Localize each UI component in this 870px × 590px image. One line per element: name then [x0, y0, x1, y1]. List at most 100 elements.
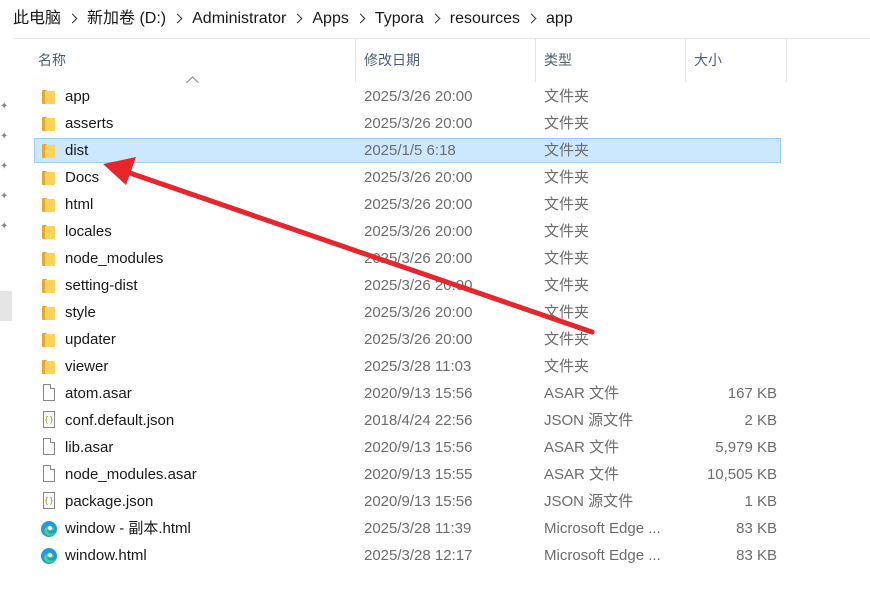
- column-type[interactable]: 类型: [536, 38, 686, 82]
- file-type: 文件夹: [544, 331, 590, 348]
- file-row[interactable]: viewer 2025/3/28 11:03 文件夹: [0, 353, 870, 380]
- file-date: 2020/9/13 15:56: [364, 493, 473, 510]
- edge-icon: [41, 548, 57, 564]
- file-row[interactable]: {} package.json 2020/9/13 15:56 JSON 源文件 1 K…: [0, 488, 870, 515]
- file-name[interactable]: dist: [65, 137, 88, 164]
- file-name[interactable]: node_modules: [65, 245, 163, 272]
- breadcrumb-item[interactable]: Administrator: [186, 0, 292, 38]
- file-row[interactable]: asserts 2025/3/26 20:00 文件夹: [0, 110, 870, 137]
- file-name[interactable]: Docs: [65, 164, 99, 191]
- file-icon-cell: [40, 272, 58, 299]
- breadcrumb-item[interactable]: 新加卷 (D:): [81, 0, 172, 38]
- file-row[interactable]: Docs 2025/3/26 20:00 文件夹: [0, 164, 870, 191]
- file-icon-cell: [40, 515, 58, 542]
- file-size: 83 KB: [736, 520, 777, 537]
- file-row[interactable]: app 2025/3/26 20:00 文件夹: [0, 83, 870, 110]
- file-row[interactable]: atom.asar 2020/9/13 15:56 ASAR 文件 167 KB: [0, 380, 870, 407]
- breadcrumb-item[interactable]: Typora: [369, 0, 430, 38]
- file-row[interactable]: setting-dist 2025/3/26 20:00 文件夹: [0, 272, 870, 299]
- file-icon-cell: {}: [40, 407, 58, 434]
- file-row[interactable]: updater 2025/3/26 20:00 文件夹: [0, 326, 870, 353]
- file-row[interactable]: lib.asar 2020/9/13 15:56 ASAR 文件 5,979 KB: [0, 434, 870, 461]
- file-type: Microsoft Edge ...: [544, 520, 661, 537]
- file-size: 5,979 KB: [715, 439, 777, 456]
- file-row[interactable]: dist 2025/1/5 6:18 文件夹: [0, 137, 870, 164]
- chevron-right-icon[interactable]: [355, 0, 369, 38]
- file-date: 2020/9/13 15:56: [364, 385, 473, 402]
- folder-icon: [42, 90, 55, 104]
- file-date: 2020/9/13 15:55: [364, 466, 473, 483]
- breadcrumb-item[interactable]: resources: [444, 0, 526, 38]
- file-name[interactable]: locales: [65, 218, 112, 245]
- file-date: 2020/9/13 15:56: [364, 439, 473, 456]
- file-name[interactable]: updater: [65, 326, 116, 353]
- file-name[interactable]: viewer: [65, 353, 108, 380]
- file-icon-cell: [40, 326, 58, 353]
- file-name[interactable]: node_modules.asar: [65, 461, 197, 488]
- file-row[interactable]: html 2025/3/26 20:00 文件夹: [0, 191, 870, 218]
- breadcrumb: 此电脑 新加卷 (D:) Administrator Apps Typora resour…: [0, 0, 579, 38]
- file-row[interactable]: locales 2025/3/26 20:00 文件夹: [0, 218, 870, 245]
- file-icon: [43, 465, 55, 482]
- column-name[interactable]: 名称: [30, 38, 356, 82]
- file-icon-cell: {}: [40, 488, 58, 515]
- json-file-icon: {}: [43, 411, 55, 428]
- folder-icon: [42, 252, 55, 266]
- chevron-right-icon[interactable]: [430, 0, 444, 38]
- file-name[interactable]: asserts: [65, 110, 113, 137]
- file-row[interactable]: window - 副本.html 2025/3/28 11:39 Microsoft…: [0, 515, 870, 542]
- file-row[interactable]: node_modules 2025/3/26 20:00 文件夹: [0, 245, 870, 272]
- file-name[interactable]: setting-dist: [65, 272, 138, 299]
- file-icon-cell: [40, 542, 58, 569]
- file-name[interactable]: window - 副本.html: [65, 515, 191, 542]
- json-file-icon: {}: [43, 492, 55, 509]
- file-name[interactable]: conf.default.json: [65, 407, 174, 434]
- file-name[interactable]: package.json: [65, 488, 153, 515]
- column-date[interactable]: 修改日期: [356, 38, 536, 82]
- chevron-right-icon[interactable]: [292, 0, 306, 38]
- file-icon-cell: [40, 110, 58, 137]
- file-type: 文件夹: [544, 358, 590, 375]
- file-size: 83 KB: [736, 547, 777, 564]
- file-row[interactable]: window.html 2025/3/28 12:17 Microsoft Edge…: [0, 542, 870, 569]
- folder-icon: [42, 360, 55, 374]
- file-icon-cell: [40, 380, 58, 407]
- file-icon-cell: [40, 164, 58, 191]
- column-size[interactable]: 大小: [686, 38, 787, 82]
- breadcrumb-item[interactable]: Apps: [306, 0, 354, 38]
- breadcrumb-item[interactable]: app: [540, 0, 579, 38]
- folder-icon: [42, 171, 55, 185]
- file-date: 2025/3/26 20:00: [364, 277, 473, 294]
- chevron-right-icon[interactable]: [526, 0, 540, 38]
- file-name[interactable]: html: [65, 191, 93, 218]
- address-bar[interactable]: 此电脑 新加卷 (D:) Administrator Apps Typora resour…: [0, 0, 870, 39]
- folder-icon: [42, 279, 55, 293]
- chevron-right-icon[interactable]: [67, 0, 81, 38]
- folder-icon: [42, 198, 55, 212]
- file-type: 文件夹: [544, 196, 590, 213]
- file-row[interactable]: {} conf.default.json 2018/4/24 22:56 JSON 源…: [0, 407, 870, 434]
- file-icon-cell: [40, 137, 58, 164]
- folder-icon: [42, 117, 55, 131]
- file-size: 10,505 KB: [706, 466, 777, 483]
- file-date: 2025/3/28 12:17: [364, 547, 473, 564]
- breadcrumb-item[interactable]: 此电脑: [0, 0, 67, 38]
- chevron-right-icon[interactable]: [172, 0, 186, 38]
- file-size: 1 KB: [744, 493, 777, 510]
- file-name[interactable]: lib.asar: [65, 434, 113, 461]
- file-name[interactable]: atom.asar: [65, 380, 132, 407]
- file-type: 文件夹: [544, 304, 590, 321]
- file-icon-cell: [40, 191, 58, 218]
- folder-icon: [42, 225, 55, 239]
- file-type: 文件夹: [544, 223, 590, 240]
- file-row[interactable]: style 2025/3/26 20:00 文件夹: [0, 299, 870, 326]
- file-icon: [43, 384, 55, 401]
- file-size: 2 KB: [744, 412, 777, 429]
- file-icon-cell: [40, 83, 58, 110]
- file-icon-cell: [40, 299, 58, 326]
- file-name[interactable]: style: [65, 299, 96, 326]
- file-name[interactable]: window.html: [65, 542, 147, 569]
- file-name[interactable]: app: [65, 83, 90, 110]
- file-row[interactable]: node_modules.asar 2020/9/13 15:55 ASAR 文件 1…: [0, 461, 870, 488]
- file-date: 2025/3/26 20:00: [364, 250, 473, 267]
